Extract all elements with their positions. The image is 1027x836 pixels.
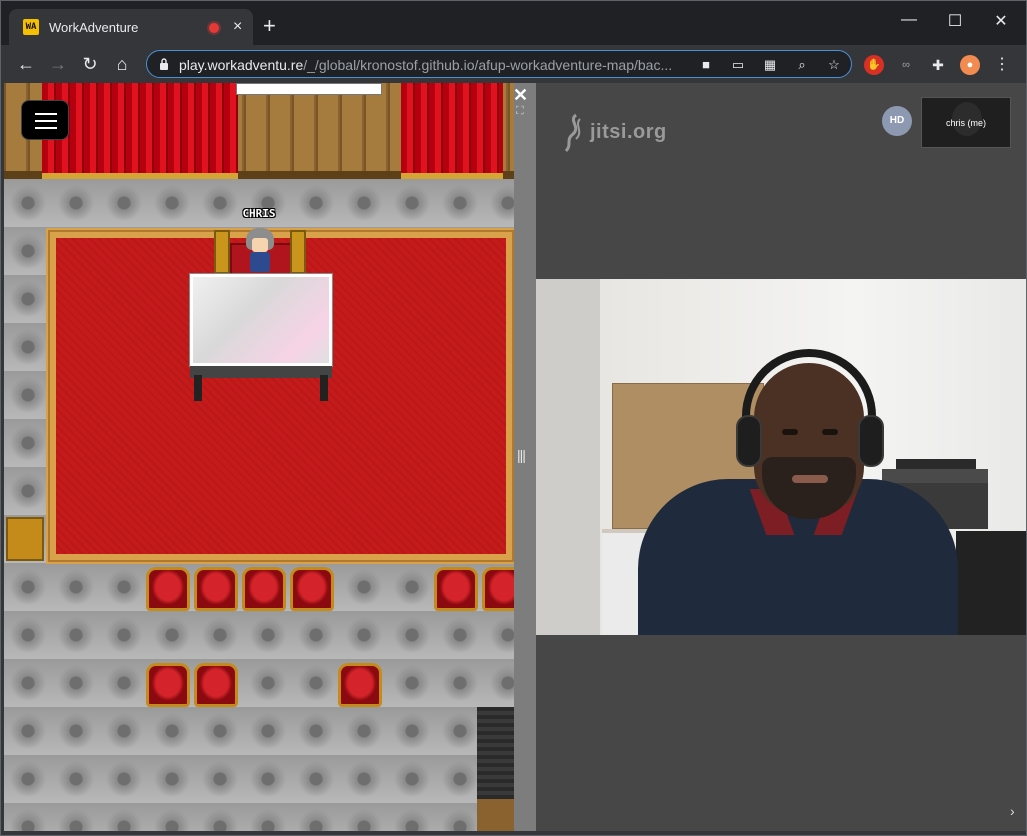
minimize-button[interactable]: — [886,11,932,29]
player-name-label: CHRIS [242,207,276,220]
tab-title: WorkAdventure [49,20,139,35]
side-seat [6,517,44,561]
reload-icon[interactable]: ↻ [77,51,103,77]
avatar-face [252,238,268,252]
address-bar[interactable]: play.workadventu.re/_/global/kronostof.g… [146,50,852,78]
close-icon[interactable]: ✕ [513,85,528,106]
chair [194,567,238,611]
home-icon[interactable]: ⌂ [109,51,135,77]
chair [290,567,334,611]
extension-stop-icon[interactable]: ✋ [864,55,884,75]
curtain-right [401,83,503,179]
forward-icon[interactable]: → [45,51,71,77]
tab-strip: WA WorkAdventure × + — ☐ ✕ [1,1,1026,45]
jitsi-logo-text: jitsi.org [590,121,667,143]
chair [338,663,382,707]
chair [242,567,286,611]
curtain-left [42,83,238,179]
back-icon[interactable]: ← [13,51,39,77]
apps-icon[interactable]: ▦ [761,56,779,74]
dark-doorway [477,707,514,799]
jitsi-logo-icon [564,113,581,153]
hd-badge: HD [882,106,912,136]
self-view-thumbnail[interactable]: chris (me) [921,97,1011,148]
camera-icon[interactable]: ■ [697,56,715,74]
url-host: play.workadventu.re [179,57,304,73]
maximize-button[interactable]: ☐ [932,11,978,31]
hamburger-line [35,120,57,122]
browser-window: WA WorkAdventure × + — ☐ ✕ ← → ↻ ⌂ play.… [0,0,1027,836]
recording-indicator-icon [209,23,219,33]
hamburger-line [35,113,57,115]
curtain-trim [401,173,503,179]
url-path: /_/global/kronostof.github.io/afup-worka… [303,57,673,73]
table-top [189,273,333,367]
chair [146,567,190,611]
player-avatar[interactable] [244,228,276,274]
chair [434,567,478,611]
chair [482,567,514,611]
hamburger-line [35,127,57,129]
chair [146,663,190,707]
avatar-body [250,252,270,272]
table-leg [320,375,328,401]
zoom-icon[interactable]: ⌕ [793,56,811,74]
throne-post-right [290,230,306,274]
lock-icon[interactable] [159,58,169,70]
stage-sign [236,83,382,95]
thumbnail-label: chris (me) [946,118,986,128]
tab-workadventure[interactable]: WA WorkAdventure × [9,9,253,45]
jitsi-panel: jitsi.org HD chris (me) › [536,83,1026,831]
menu-icon[interactable]: ⋮ [992,55,1012,75]
headphone-cup [858,415,884,467]
star-icon[interactable]: ☆ [825,56,843,74]
chevron-right-icon[interactable]: › [1010,803,1015,819]
extensions-icon[interactable]: ✚ [928,55,948,75]
resize-grip-icon[interactable]: ||| [517,447,526,463]
person-mouth [792,475,828,483]
main-video[interactable] [536,279,1026,635]
workadventure-favicon-icon: WA [23,19,39,35]
table-apron [190,366,332,378]
table-leg [194,375,202,401]
throne-post-left [214,230,230,274]
game-map[interactable]: CHRIS [4,83,514,831]
new-tab-button[interactable]: + [263,15,276,37]
close-window-button[interactable]: ✕ [978,11,1024,31]
browser-toolbar: ← → ↻ ⌂ play.workadventu.re/_/global/kro… [1,45,1026,83]
hamburger-icon[interactable] [21,100,69,140]
headphone-cup [736,415,762,467]
tab-close-icon[interactable]: × [233,18,242,36]
url-text[interactable]: play.workadventu.re/_/global/kronostof.g… [179,57,689,73]
door-base [477,799,514,831]
profile-avatar[interactable]: ● [960,55,980,75]
fullscreen-icon[interactable]: ⛶ [516,105,524,118]
video-wall-left [536,279,600,635]
curtain-trim [42,173,238,179]
video-cabinet [956,531,1026,635]
extension-link-icon[interactable]: ∞ [896,55,916,75]
cast-icon[interactable]: ▭ [729,56,747,74]
chair [194,663,238,707]
